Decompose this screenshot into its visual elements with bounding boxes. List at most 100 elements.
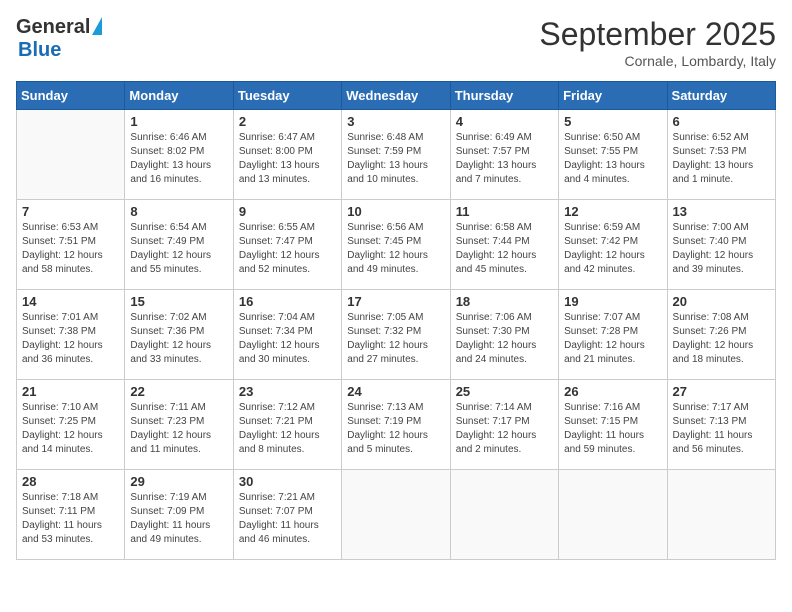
day-info: Sunrise: 7:14 AMSunset: 7:17 PMDaylight:… — [456, 401, 553, 457]
day-cell — [559, 470, 667, 560]
title-block: September 2025 Cornale, Lombardy, Italy — [539, 16, 776, 69]
day-cell: 15 Sunrise: 7:02 AMSunset: 7:36 PMDayligh… — [125, 290, 233, 380]
day-cell: 30 Sunrise: 7:21 AMSunset: 7:07 PMDayligh… — [233, 470, 341, 560]
page-header: General Blue September 2025 Cornale, Lom… — [16, 16, 776, 69]
day-cell: 11 Sunrise: 6:58 AMSunset: 7:44 PMDayligh… — [450, 200, 558, 290]
day-info: Sunrise: 6:47 AMSunset: 8:00 PMDaylight:… — [239, 131, 336, 187]
month-title: September 2025 — [539, 16, 776, 53]
day-cell: 19Sunrise: 7:07 AMSunset: 7:28 PMDayligh… — [559, 290, 667, 380]
day-number: 22 — [130, 384, 227, 399]
weekday-header-monday: Monday — [125, 82, 233, 110]
weekday-header-row: SundayMondayTuesdayWednesdayThursdayFrid… — [17, 82, 776, 110]
weekday-header-thursday: Thursday — [450, 82, 558, 110]
day-number: 10 — [347, 204, 444, 219]
day-cell: 12Sunrise: 6:59 AMSunset: 7:42 PMDayligh… — [559, 200, 667, 290]
day-cell: 1Sunrise: 6:46 AMSunset: 8:02 PMDaylight… — [125, 110, 233, 200]
day-cell: 17 Sunrise: 7:05 AMSunset: 7:32 PMDayligh… — [342, 290, 450, 380]
day-cell: 29 Sunrise: 7:19 AMSunset: 7:09 PMDayligh… — [125, 470, 233, 560]
week-row-5: 28 Sunrise: 7:18 AMSunset: 7:11 PMDayligh… — [17, 470, 776, 560]
logo-icon — [92, 17, 102, 35]
weekday-header-wednesday: Wednesday — [342, 82, 450, 110]
day-cell: 23 Sunrise: 7:12 AMSunset: 7:21 PMDayligh… — [233, 380, 341, 470]
day-number: 26 — [564, 384, 661, 399]
day-info: Sunrise: 6:50 AMSunset: 7:55 PMDaylight:… — [564, 131, 661, 187]
week-row-4: 21 Sunrise: 7:10 AMSunset: 7:25 PMDayligh… — [17, 380, 776, 470]
day-number: 23 — [239, 384, 336, 399]
weekday-header-saturday: Saturday — [667, 82, 775, 110]
day-info: Sunrise: 7:06 AMSunset: 7:30 PMDaylight:… — [456, 311, 553, 367]
day-number: 5 — [564, 114, 661, 129]
day-cell: 14 Sunrise: 7:01 AMSunset: 7:38 PMDayligh… — [17, 290, 125, 380]
day-info: Sunrise: 6:58 AMSunset: 7:44 PMDaylight:… — [456, 221, 553, 277]
day-info: Sunrise: 7:13 AMSunset: 7:19 PMDaylight:… — [347, 401, 444, 457]
day-info: Sunrise: 7:08 AMSunset: 7:26 PMDaylight:… — [673, 311, 770, 367]
day-cell: 3Sunrise: 6:48 AMSunset: 7:59 PMDaylight… — [342, 110, 450, 200]
day-info: Sunrise: 6:53 AMSunset: 7:51 PMDaylight:… — [22, 221, 119, 277]
day-number: 27 — [673, 384, 770, 399]
day-number: 2 — [239, 114, 336, 129]
weekday-header-tuesday: Tuesday — [233, 82, 341, 110]
day-number: 17 — [347, 294, 444, 309]
week-row-1: 1Sunrise: 6:46 AMSunset: 8:02 PMDaylight… — [17, 110, 776, 200]
day-info: Sunrise: 7:16 AMSunset: 7:15 PMDaylight:… — [564, 401, 661, 457]
day-info: Sunrise: 7:04 AMSunset: 7:34 PMDaylight:… — [239, 311, 336, 367]
day-info: Sunrise: 6:54 AMSunset: 7:49 PMDaylight:… — [130, 221, 227, 277]
day-info: Sunrise: 7:17 AMSunset: 7:13 PMDaylight:… — [673, 401, 770, 457]
day-number: 8 — [130, 204, 227, 219]
day-number: 21 — [22, 384, 119, 399]
day-cell: 5 Sunrise: 6:50 AMSunset: 7:55 PMDaylight… — [559, 110, 667, 200]
day-info: Sunrise: 6:49 AMSunset: 7:57 PMDaylight:… — [456, 131, 553, 187]
day-number: 6 — [673, 114, 770, 129]
day-number: 29 — [130, 474, 227, 489]
day-cell: 4 Sunrise: 6:49 AMSunset: 7:57 PMDaylight… — [450, 110, 558, 200]
day-info: Sunrise: 7:01 AMSunset: 7:38 PMDaylight:… — [22, 311, 119, 367]
logo-general: General — [16, 16, 90, 39]
day-cell: 20Sunrise: 7:08 AMSunset: 7:26 PMDayligh… — [667, 290, 775, 380]
day-info: Sunrise: 6:48 AMSunset: 7:59 PMDaylight:… — [347, 131, 444, 187]
location-subtitle: Cornale, Lombardy, Italy — [539, 53, 776, 69]
logo: General Blue — [16, 16, 102, 62]
day-info: Sunrise: 6:55 AMSunset: 7:47 PMDaylight:… — [239, 221, 336, 277]
day-number: 7 — [22, 204, 119, 219]
day-number: 4 — [456, 114, 553, 129]
day-cell — [342, 470, 450, 560]
day-cell: 24 Sunrise: 7:13 AMSunset: 7:19 PMDayligh… — [342, 380, 450, 470]
day-number: 15 — [130, 294, 227, 309]
day-number: 11 — [456, 204, 553, 219]
day-number: 9 — [239, 204, 336, 219]
day-number: 13 — [673, 204, 770, 219]
day-info: Sunrise: 7:19 AMSunset: 7:09 PMDaylight:… — [130, 491, 227, 547]
logo-blue: Blue — [18, 39, 61, 62]
day-info: Sunrise: 7:05 AMSunset: 7:32 PMDaylight:… — [347, 311, 444, 367]
day-info: Sunrise: 7:10 AMSunset: 7:25 PMDaylight:… — [22, 401, 119, 457]
day-info: Sunrise: 7:02 AMSunset: 7:36 PMDaylight:… — [130, 311, 227, 367]
week-row-2: 7 Sunrise: 6:53 AMSunset: 7:51 PMDaylight… — [17, 200, 776, 290]
day-info: Sunrise: 7:21 AMSunset: 7:07 PMDaylight:… — [239, 491, 336, 547]
day-number: 25 — [456, 384, 553, 399]
day-number: 28 — [22, 474, 119, 489]
day-info: Sunrise: 7:00 AMSunset: 7:40 PMDaylight:… — [673, 221, 770, 277]
day-cell: 22 Sunrise: 7:11 AMSunset: 7:23 PMDayligh… — [125, 380, 233, 470]
day-number: 1 — [130, 114, 227, 129]
day-number: 16 — [239, 294, 336, 309]
day-info: Sunrise: 7:11 AMSunset: 7:23 PMDaylight:… — [130, 401, 227, 457]
day-cell: 27 Sunrise: 7:17 AMSunset: 7:13 PMDayligh… — [667, 380, 775, 470]
day-number: 14 — [22, 294, 119, 309]
day-info: Sunrise: 6:56 AMSunset: 7:45 PMDaylight:… — [347, 221, 444, 277]
day-cell: 7 Sunrise: 6:53 AMSunset: 7:51 PMDaylight… — [17, 200, 125, 290]
day-number: 30 — [239, 474, 336, 489]
day-info: Sunrise: 7:18 AMSunset: 7:11 PMDaylight:… — [22, 491, 119, 547]
day-cell: 8 Sunrise: 6:54 AMSunset: 7:49 PMDaylight… — [125, 200, 233, 290]
day-info: Sunrise: 6:52 AMSunset: 7:53 PMDaylight:… — [673, 131, 770, 187]
day-number: 18 — [456, 294, 553, 309]
day-cell: 10 Sunrise: 6:56 AMSunset: 7:45 PMDayligh… — [342, 200, 450, 290]
day-cell: 18 Sunrise: 7:06 AMSunset: 7:30 PMDayligh… — [450, 290, 558, 380]
day-number: 19 — [564, 294, 661, 309]
day-cell: 13 Sunrise: 7:00 AMSunset: 7:40 PMDayligh… — [667, 200, 775, 290]
day-number: 24 — [347, 384, 444, 399]
day-cell — [667, 470, 775, 560]
day-info: Sunrise: 7:12 AMSunset: 7:21 PMDaylight:… — [239, 401, 336, 457]
day-cell: 9 Sunrise: 6:55 AMSunset: 7:47 PMDaylight… — [233, 200, 341, 290]
day-cell: 16 Sunrise: 7:04 AMSunset: 7:34 PMDayligh… — [233, 290, 341, 380]
weekday-header-sunday: Sunday — [17, 82, 125, 110]
